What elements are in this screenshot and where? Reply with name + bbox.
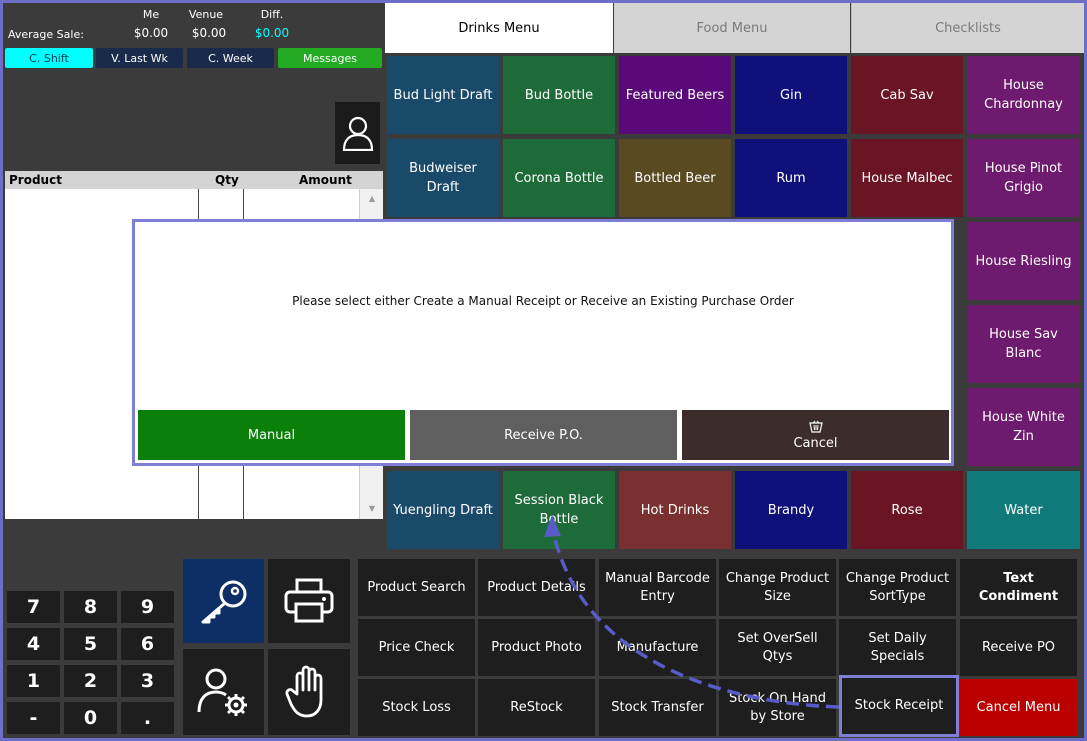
menu-item-house-riesling[interactable]: House Riesling (967, 222, 1080, 300)
manual-barcode-entry-button[interactable]: Manual Barcode Entry (599, 559, 716, 616)
menu-item-house-chardonnay[interactable]: House Chardonnay (967, 56, 1080, 134)
text-condiment-button[interactable]: Text Condiment (960, 559, 1077, 616)
keypad-key[interactable]: 0 (64, 702, 117, 734)
printer-icon (284, 578, 334, 623)
diff-value: $0.00 (254, 26, 290, 40)
restock-button[interactable]: ReStock (478, 679, 595, 736)
scroll-up-arrow-icon[interactable]: ▲ (364, 192, 380, 206)
set-daily-specials-button[interactable]: Set Daily Specials (839, 619, 956, 676)
col-me-label: Me (142, 8, 160, 21)
change-product-size-button[interactable]: Change Product Size (719, 559, 836, 616)
product-details-button[interactable]: Product Details (478, 559, 595, 616)
manual-button-label: Manual (247, 427, 296, 443)
menu-item-water[interactable]: Water (967, 471, 1080, 549)
menu-item-house-sav-blanc[interactable]: House Sav Blanc (967, 305, 1080, 383)
col-diff-label: Diff. (260, 8, 284, 21)
v-last-wk-button[interactable]: V. Last Wk (96, 48, 183, 68)
product-table-header: Product Qty Amount (5, 171, 383, 189)
change-product-sorttype-button[interactable]: Change Product SortType (839, 559, 956, 616)
menu-item-house-pinot-grigio[interactable]: House Pinot Grigio (967, 139, 1080, 217)
stock-on-hand-by-store-button[interactable]: Stock On Hand by Store (719, 679, 836, 736)
col-venue-label: Venue (188, 8, 224, 21)
menu-item-hot-drinks[interactable]: Hot Drinks (619, 471, 731, 549)
col-product: Product (9, 173, 62, 187)
manual-button[interactable]: Manual (138, 410, 405, 460)
print-button[interactable] (268, 559, 350, 643)
menu-item-bud-bottle[interactable]: Bud Bottle (503, 56, 615, 134)
venue-value: $0.00 (191, 26, 227, 40)
menu-item-session-black-bottle[interactable]: Session Black Bottle (503, 471, 615, 549)
stock-receipt-dialog: Please select either Create a Manual Rec… (132, 219, 954, 466)
keypad-key[interactable]: 9 (121, 591, 174, 623)
menu-item-bud-light-draft[interactable]: Bud Light Draft (387, 56, 499, 134)
keypad-key[interactable]: 1 (7, 665, 60, 697)
keypad-key[interactable]: 7 (7, 591, 60, 623)
menu-item-cab-sav[interactable]: Cab Sav (851, 56, 963, 134)
user-settings-button[interactable] (183, 649, 264, 735)
menu-item-yuengling-draft[interactable]: Yuengling Draft (387, 471, 499, 549)
basket-icon (808, 420, 823, 433)
me-value: $0.00 (133, 26, 169, 40)
hand-button[interactable] (268, 649, 350, 735)
keypad-key[interactable]: 3 (121, 665, 174, 697)
c-week-button[interactable]: C. Week (187, 48, 274, 68)
menu-item-corona-bottle[interactable]: Corona Bottle (503, 139, 615, 217)
manufacture-button[interactable]: Manufacture (599, 619, 716, 676)
menu-item-house-malbec[interactable]: House Malbec (851, 139, 963, 217)
pos-screen: Me Venue Diff. Average Sale: $0.00 $0.00… (3, 3, 1084, 738)
product-search-button[interactable]: Product Search (358, 559, 475, 616)
price-check-button[interactable]: Price Check (358, 619, 475, 676)
keypad-key[interactable]: 4 (7, 628, 60, 660)
receive-po-button[interactable]: Receive PO (960, 619, 1077, 676)
cancel-dialog-button[interactable]: Cancel (682, 410, 949, 460)
menu-item-brandy[interactable]: Brandy (735, 471, 847, 549)
stock-transfer-button[interactable]: Stock Transfer (599, 679, 716, 736)
receive-po-dialog-button[interactable]: Receive P.O. (410, 410, 677, 460)
key-button[interactable] (183, 559, 264, 643)
tab-drinks-menu[interactable]: Drinks Menu (385, 3, 613, 53)
menu-item-bottled-beer[interactable]: Bottled Beer (619, 139, 731, 217)
c-shift-button[interactable]: C. Shift (5, 48, 93, 68)
menu-item-rum[interactable]: Rum (735, 139, 847, 217)
keypad-key[interactable]: 5 (64, 628, 117, 660)
tab-food-menu[interactable]: Food Menu (614, 3, 850, 53)
menu-item-gin[interactable]: Gin (735, 56, 847, 134)
average-sale-label: Average Sale: (8, 28, 84, 41)
messages-button[interactable]: Messages (278, 48, 382, 68)
col-amount: Amount (299, 173, 352, 187)
col-qty: Qty (215, 173, 239, 187)
keypad-key[interactable]: 8 (64, 591, 117, 623)
stock-receipt-button[interactable]: Stock Receipt (839, 675, 959, 737)
menu-item-rose[interactable]: Rose (851, 471, 963, 549)
set-oversell-qtys-button[interactable]: Set OverSell Qtys (719, 619, 836, 676)
key-icon (201, 580, 246, 624)
menu-item-house-white-zin[interactable]: House White Zin (967, 388, 1080, 466)
keypad-key[interactable]: 2 (64, 665, 117, 697)
menu-item-featured-beers[interactable]: Featured Beers (619, 56, 731, 134)
cancel-menu-button[interactable]: Cancel Menu (960, 679, 1077, 736)
product-photo-button[interactable]: Product Photo (478, 619, 595, 676)
keypad-key[interactable]: . (121, 702, 174, 734)
scroll-down-arrow-icon[interactable]: ▼ (364, 502, 380, 516)
tab-checklists[interactable]: Checklists (851, 3, 1084, 53)
stock-loss-button[interactable]: Stock Loss (358, 679, 475, 736)
user-settings-icon (197, 668, 247, 716)
keypad-key[interactable]: 6 (121, 628, 174, 660)
user-icon (342, 116, 373, 151)
dialog-message: Please select either Create a Manual Rec… (292, 294, 794, 308)
receive-po-label: Receive P.O. (504, 427, 583, 443)
cancel-label: Cancel (793, 435, 838, 451)
user-button[interactable] (335, 102, 380, 164)
keypad-key[interactable]: - (7, 702, 60, 734)
menu-item-budweiser-draft[interactable]: Budweiser Draft (387, 139, 499, 217)
hand-icon (285, 665, 323, 718)
